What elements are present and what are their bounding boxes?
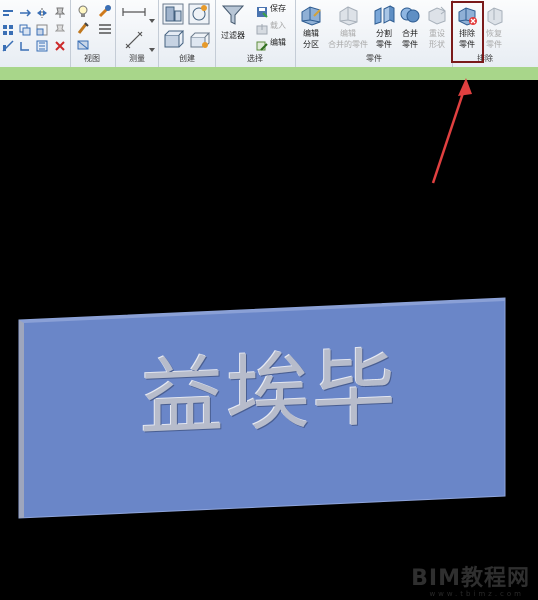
text-panel-model[interactable]: [0, 0, 538, 600]
watermark-url: www.tbimz.com: [429, 590, 524, 598]
watermark-logo: BIM教程网: [411, 566, 530, 591]
engraved-text: 益埃毕: [140, 338, 399, 448]
